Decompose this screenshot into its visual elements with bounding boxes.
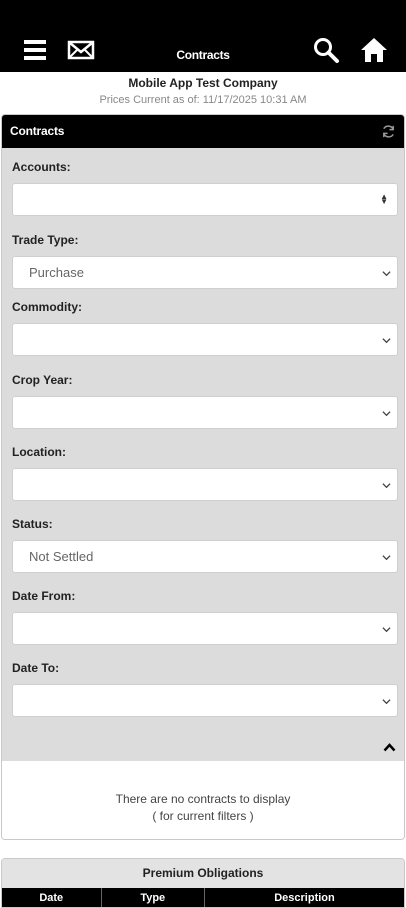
chevron-up-icon[interactable] <box>383 743 396 752</box>
date-to-select[interactable] <box>12 684 398 717</box>
trade-type-select[interactable]: Purchase <box>12 256 398 289</box>
status-select[interactable]: Not Settled <box>12 540 398 573</box>
date-from-label: Date From: <box>12 589 76 603</box>
company-name: Mobile App Test Company <box>128 76 278 90</box>
refresh-icon[interactable] <box>381 124 396 139</box>
trade-type-value: Purchase <box>29 265 84 280</box>
accounts-label: Accounts: <box>12 160 71 174</box>
chevron-down-icon <box>382 411 391 417</box>
contracts-panel: Contracts Accounts: ▲ ▼ Trade Type: Purch… <box>1 114 405 840</box>
chevron-down-icon <box>382 627 391 633</box>
premium-obligations-title: Premium Obligations <box>2 859 404 888</box>
accounts-select[interactable]: ▲ ▼ <box>12 183 398 216</box>
location-label: Location: <box>12 445 66 459</box>
trade-type-label: Trade Type: <box>12 233 79 247</box>
column-header-date: Date <box>2 888 102 907</box>
panel-title: Contracts <box>10 124 65 138</box>
status-label: Status: <box>12 517 53 531</box>
commodity-label: Commodity: <box>12 300 82 314</box>
premium-table-header: Date Type Description <box>2 888 404 907</box>
chevron-down-icon <box>382 271 391 277</box>
empty-sub-message: ( for current filters ) <box>152 809 254 823</box>
commodity-select[interactable] <box>12 323 398 356</box>
date-to-label: Date To: <box>12 661 60 675</box>
prices-current-timestamp: Prices Current as of: 11/17/2025 10:31 A… <box>99 94 307 106</box>
search-icon[interactable] <box>312 36 340 64</box>
column-header-description: Description <box>274 892 335 904</box>
column-header-type: Type <box>102 888 205 907</box>
date-from-select[interactable] <box>12 612 398 645</box>
crop-year-label: Crop Year: <box>12 373 73 387</box>
page-title: Contracts <box>176 48 230 62</box>
filters-collapse-bar[interactable] <box>2 735 404 761</box>
chevron-down-icon <box>382 338 391 344</box>
chevron-down-icon <box>382 555 391 561</box>
home-icon[interactable] <box>360 36 388 64</box>
chevron-down-icon <box>382 483 391 489</box>
premium-obligations-panel: Premium Obligations Date Type Descriptio… <box>1 858 405 908</box>
status-value: Not Settled <box>29 549 94 564</box>
empty-message: There are no contracts to display <box>115 792 291 806</box>
top-bar: Contracts <box>0 0 406 72</box>
spinner-icon: ▲ ▼ <box>380 192 388 206</box>
crop-year-select[interactable] <box>12 396 398 429</box>
location-select[interactable] <box>12 468 398 501</box>
panel-header: Contracts <box>2 115 404 148</box>
chevron-down-icon <box>382 699 391 705</box>
empty-state: There are no contracts to display ( for … <box>2 761 404 839</box>
